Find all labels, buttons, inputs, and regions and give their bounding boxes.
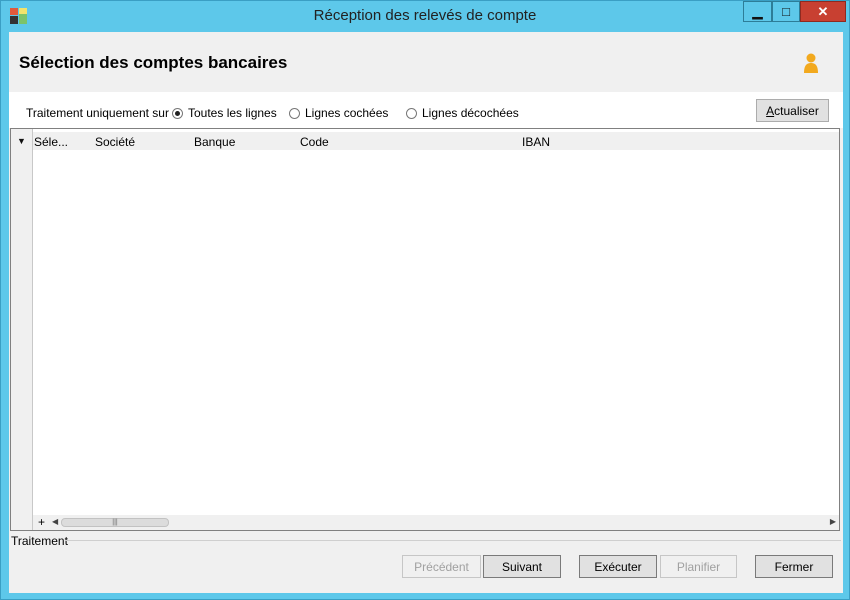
- column-header-iban[interactable]: IBAN: [522, 135, 550, 149]
- previous-button-label: Précédent: [414, 559, 469, 574]
- accounts-grid[interactable]: ▼ Séle... Société Banque Code IBAN + ◀ |…: [10, 128, 840, 531]
- scroll-left-icon[interactable]: ◀: [52, 517, 58, 526]
- horizontal-scrollbar-thumb[interactable]: |||: [61, 518, 169, 527]
- radio-all-lines-label: Toutes les lignes: [188, 106, 277, 120]
- radio-unchecked-lines-label: Lignes décochées: [422, 106, 519, 120]
- app-window: Réception des relevés de compte ▁ □ ✕ Sé…: [0, 0, 850, 600]
- filter-row: Traitement uniquement sur : Toutes les l…: [9, 92, 843, 128]
- grid-footer: + ◀ ||| ▶: [33, 515, 839, 530]
- column-header-company[interactable]: Société: [95, 135, 135, 149]
- section-divider: [65, 540, 841, 541]
- column-header-selection[interactable]: Séle...: [34, 135, 68, 149]
- schedule-button[interactable]: Planifier: [660, 555, 737, 578]
- radio-checked-lines-label: Lignes cochées: [305, 106, 389, 120]
- maximize-button[interactable]: □: [772, 1, 800, 22]
- column-header-bank[interactable]: Banque: [194, 135, 235, 149]
- section-label-processing: Traitement: [11, 534, 68, 548]
- header-band: Sélection des comptes bancaires: [9, 32, 843, 92]
- user-icon: [802, 52, 820, 74]
- dialog-body: Sélection des comptes bancaires Traiteme…: [9, 32, 843, 593]
- radio-unselected-icon[interactable]: [289, 107, 300, 119]
- add-row-icon[interactable]: +: [38, 515, 45, 529]
- row-selector-column: ▼: [11, 129, 33, 530]
- grid-menu-arrow-icon[interactable]: ▼: [17, 136, 26, 146]
- column-header-code[interactable]: Code: [300, 135, 329, 149]
- scroll-right-icon[interactable]: ▶: [830, 517, 836, 526]
- radio-selected-icon[interactable]: [172, 107, 183, 119]
- page-title: Sélection des comptes bancaires: [19, 53, 288, 72]
- close-button-label: Fermer: [774, 559, 814, 574]
- execute-button-label: Exécuter: [594, 559, 642, 574]
- radio-unselected-icon[interactable]: [406, 107, 417, 119]
- next-button-label: Suivant: [501, 559, 543, 574]
- execute-button[interactable]: Exécuter: [579, 555, 657, 578]
- minimize-icon: ▁: [752, 3, 763, 19]
- close-button[interactable]: Fermer: [755, 555, 833, 578]
- window-title: Réception des relevés de compte: [313, 7, 537, 24]
- schedule-button-label: Planifier: [676, 559, 721, 574]
- maximize-icon: □: [782, 4, 790, 19]
- radio-checked-lines[interactable]: Lignes cochées: [289, 106, 388, 120]
- filter-label: Traitement uniquement sur :: [26, 106, 176, 120]
- minimize-button[interactable]: ▁: [743, 1, 772, 22]
- refresh-button[interactable]: Actualiser: [756, 99, 829, 122]
- previous-button[interactable]: Précédent: [402, 555, 481, 578]
- grid-header: Séle... Société Banque Code IBAN: [33, 132, 839, 150]
- close-window-button[interactable]: ✕: [800, 1, 846, 22]
- radio-unchecked-lines[interactable]: Lignes décochées: [406, 106, 519, 120]
- close-icon: ✕: [817, 3, 829, 19]
- refresh-button-label: Actualiser: [766, 103, 819, 118]
- next-button[interactable]: Suivant: [483, 555, 561, 578]
- radio-all-lines[interactable]: Toutes les lignes: [172, 106, 277, 120]
- title-bar[interactable]: Réception des relevés de compte ▁ □ ✕: [1, 1, 849, 31]
